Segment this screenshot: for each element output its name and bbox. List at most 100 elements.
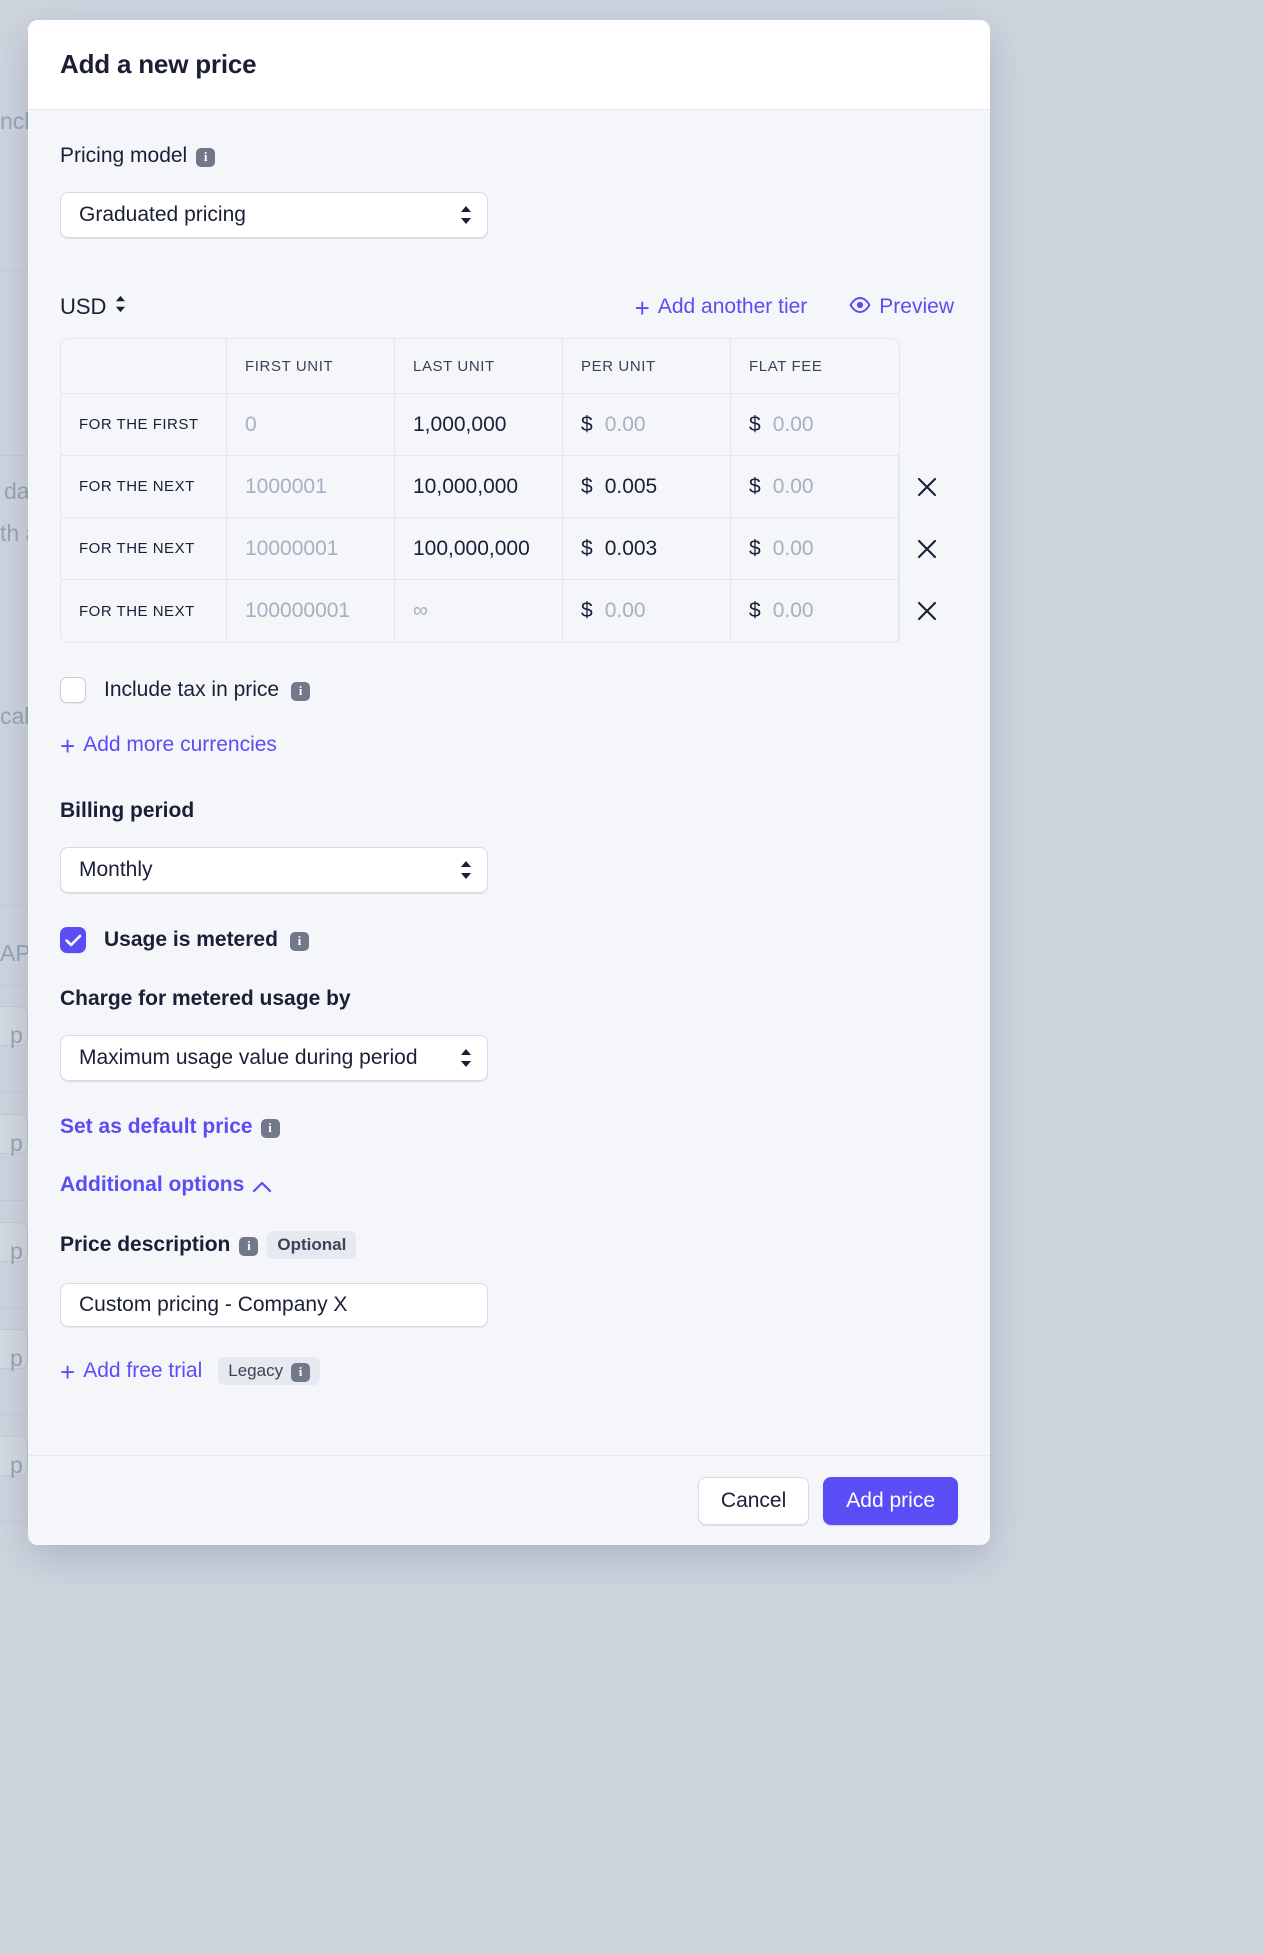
billing-period-value: Monthly <box>79 858 153 882</box>
backdrop-text: p <box>10 1130 23 1157</box>
tier-row-label-cell: FOR THE NEXT <box>61 518 227 579</box>
add-free-trial-row: + Add free trial Legacy i <box>60 1357 958 1385</box>
tier-per-unit-input[interactable]: $0.003 <box>563 518 731 579</box>
tier-per-unit-input-value: 0.00 <box>605 413 646 437</box>
price-description-label-text: Price description <box>60 1233 230 1257</box>
add-more-currencies-button[interactable]: + Add more currencies <box>60 733 277 757</box>
tier-row: FOR THE NEXT100000001∞$0.00$0.00 <box>61 580 899 642</box>
tier-first-unit-input[interactable]: 10000001 <box>227 518 395 579</box>
charge-by-select[interactable]: Maximum usage value during period <box>60 1035 488 1081</box>
tier-row-label-cell: FOR THE NEXT <box>61 580 227 642</box>
backdrop-divider <box>0 985 28 986</box>
price-description-input[interactable]: Custom pricing - Company X <box>60 1283 488 1327</box>
info-icon[interactable]: i <box>291 1363 310 1382</box>
tier-first-unit-input[interactable]: 1000001 <box>227 456 395 517</box>
backdrop-divider <box>0 455 28 456</box>
add-more-currencies-label: Add more currencies <box>83 733 277 757</box>
billing-period-label-text: Billing period <box>60 799 194 823</box>
price-description-value: Custom pricing - Company X <box>79 1293 347 1317</box>
currency-toolbar: USD + Add another tier <box>60 294 958 320</box>
currency-selector[interactable]: USD <box>60 294 127 320</box>
tier-first-unit-input-value: 100000001 <box>245 599 350 623</box>
check-icon <box>65 934 82 947</box>
add-price-modal: Add a new price Pricing model i Graduate… <box>28 20 990 1545</box>
tier-flat-fee-input[interactable]: $0.00 <box>731 580 899 642</box>
tier-first-unit-input[interactable]: 0 <box>227 394 395 455</box>
delete-tier-icon[interactable] <box>913 597 941 625</box>
tier-row-label: FOR THE NEXT <box>79 603 195 620</box>
tier-per-unit-input[interactable]: $0.00 <box>563 394 731 455</box>
preview-button[interactable]: Preview <box>849 295 954 319</box>
backdrop-divider <box>0 1307 28 1308</box>
add-free-trial-label: Add free trial <box>83 1359 202 1383</box>
optional-badge: Optional <box>267 1231 356 1259</box>
usage-metered-label: Usage is metered i <box>104 928 309 952</box>
tier-table-header-row: FIRST UNITLAST UNITPER UNITFLAT FEE <box>61 339 899 394</box>
add-free-trial-button[interactable]: + Add free trial <box>60 1359 202 1383</box>
tier-first-unit-input[interactable]: 100000001 <box>227 580 395 642</box>
delete-tier-icon[interactable] <box>913 473 941 501</box>
backdrop-divider <box>0 1200 28 1201</box>
info-icon[interactable]: i <box>239 1237 258 1256</box>
tier-column-header-label: LAST UNIT <box>413 358 495 375</box>
tier-last-unit-input[interactable]: ∞ <box>395 580 563 642</box>
billing-period-select[interactable]: Monthly <box>60 847 488 893</box>
tier-flat-fee-input-value: 0.00 <box>773 475 814 499</box>
tier-flat-fee-input[interactable]: $0.00 <box>731 394 899 455</box>
backdrop-text: da <box>4 478 30 505</box>
currency-symbol: $ <box>749 537 761 561</box>
tier-per-unit-input[interactable]: $0.00 <box>563 580 731 642</box>
pricing-model-label-text: Pricing model <box>60 144 187 168</box>
page-title: Add a new price <box>60 49 256 80</box>
tier-per-unit-input-value: 0.005 <box>605 475 658 499</box>
delete-tier-icon[interactable] <box>913 535 941 563</box>
tier-flat-fee-input-value: 0.00 <box>773 537 814 561</box>
tier-flat-fee-input[interactable]: $0.00 <box>731 518 899 579</box>
include-tax-row: Include tax in price i <box>60 677 958 703</box>
tier-flat-fee-input[interactable]: $0.00 <box>731 456 899 517</box>
tier-row: FOR THE NEXT10000001100,000,000$0.003$0.… <box>61 518 899 580</box>
info-icon[interactable]: i <box>261 1119 280 1138</box>
tier-first-unit-input-value: 1000001 <box>245 475 327 499</box>
backdrop-divider <box>0 905 28 906</box>
add-another-tier-button[interactable]: + Add another tier <box>635 295 808 319</box>
chevron-updown-icon <box>114 294 127 320</box>
charge-by-label: Charge for metered usage by <box>60 987 958 1011</box>
tier-first-unit-input-value: 0 <box>245 413 257 437</box>
backdrop-divider <box>0 1414 28 1415</box>
info-icon[interactable]: i <box>196 148 215 167</box>
include-tax-checkbox[interactable] <box>60 677 86 703</box>
modal-footer: Cancel Add price <box>28 1455 990 1545</box>
additional-options-toggle[interactable]: Additional options <box>60 1173 272 1197</box>
currency-symbol: $ <box>581 475 593 499</box>
tier-column-header <box>61 339 227 393</box>
tier-last-unit-input[interactable]: 100,000,000 <box>395 518 563 579</box>
charge-by-label-text: Charge for metered usage by <box>60 987 351 1011</box>
tier-per-unit-input-value: 0.00 <box>605 599 646 623</box>
usage-metered-checkbox[interactable] <box>60 927 86 953</box>
pricing-model-select[interactable]: Graduated pricing <box>60 192 488 238</box>
backdrop-divider <box>0 1092 28 1093</box>
tier-last-unit-input[interactable]: 10,000,000 <box>395 456 563 517</box>
currency-symbol: $ <box>581 413 593 437</box>
set-default-price-button[interactable]: Set as default price i <box>60 1115 280 1139</box>
tier-column-header-label: FIRST UNIT <box>245 358 333 375</box>
legacy-badge-label: Legacy <box>228 1361 283 1381</box>
tier-per-unit-input-value: 0.003 <box>605 537 658 561</box>
tier-flat-fee-input-value: 0.00 <box>773 413 814 437</box>
tier-column-header: FIRST UNIT <box>227 339 395 393</box>
tier-last-unit-input[interactable]: 1,000,000 <box>395 394 563 455</box>
tier-per-unit-input[interactable]: $0.005 <box>563 456 731 517</box>
currency-symbol: $ <box>749 599 761 623</box>
info-icon[interactable]: i <box>290 932 309 951</box>
info-icon[interactable]: i <box>291 682 310 701</box>
include-tax-label-text: Include tax in price <box>104 678 279 702</box>
cancel-button[interactable]: Cancel <box>698 1477 809 1525</box>
usage-metered-label-text: Usage is metered <box>104 928 278 952</box>
chevron-up-icon <box>252 1175 272 1199</box>
tier-last-unit-input-value: ∞ <box>413 599 428 623</box>
preview-label: Preview <box>879 295 954 319</box>
add-price-button[interactable]: Add price <box>823 1477 958 1525</box>
usage-metered-row: Usage is metered i <box>60 927 958 953</box>
tier-table: FIRST UNITLAST UNITPER UNITFLAT FEEFOR T… <box>60 338 900 643</box>
